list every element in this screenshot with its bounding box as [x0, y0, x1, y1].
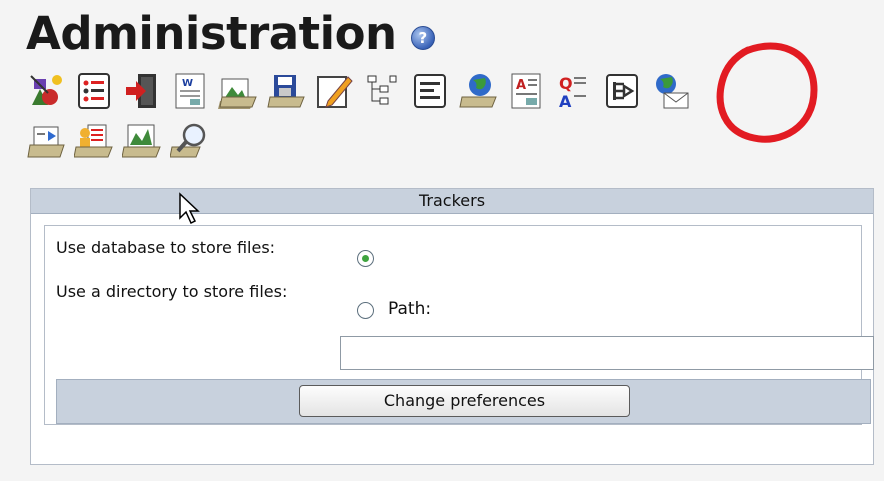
- mouse-cursor-icon: [179, 192, 200, 225]
- forums-icon[interactable]: [358, 67, 406, 115]
- blogs-icon[interactable]: [310, 67, 358, 115]
- file-gallery-icon[interactable]: [262, 67, 310, 115]
- trackers-panel: Trackers Use database to store files: Us…: [30, 188, 874, 465]
- articles-icon[interactable]: A: [502, 67, 550, 115]
- directory-icon[interactable]: [22, 117, 70, 165]
- panel-heading: Trackers: [31, 189, 873, 214]
- path-label: Path:: [388, 299, 432, 319]
- help-icon[interactable]: ?: [410, 25, 435, 50]
- admin-toolbar: W A QA: [22, 66, 872, 166]
- db-storage-label: Use database to store files:: [56, 238, 276, 257]
- svg-text:A: A: [559, 92, 572, 111]
- dir-storage-radio[interactable]: [357, 302, 374, 319]
- admin-toolbar-row-2: [22, 116, 872, 166]
- dir-storage-label: Use a directory to store files:: [56, 282, 288, 301]
- trackers-icon[interactable]: [598, 67, 646, 115]
- quiz-icon[interactable]: QA: [550, 67, 598, 115]
- image-gallery-icon[interactable]: [214, 67, 262, 115]
- submit-bar: Change preferences: [56, 379, 871, 424]
- svg-text:Q: Q: [559, 74, 573, 93]
- search-icon[interactable]: [166, 117, 214, 165]
- trackers-form: Use database to store files: Use a direc…: [44, 225, 874, 425]
- faqs-icon[interactable]: [406, 67, 454, 115]
- wiki-icon[interactable]: W: [166, 67, 214, 115]
- general-settings-icon[interactable]: [22, 67, 70, 115]
- user-files-icon[interactable]: [70, 117, 118, 165]
- page-title: Administration ?: [26, 6, 435, 61]
- db-storage-radio[interactable]: [357, 250, 374, 267]
- webmail-icon[interactable]: [646, 67, 694, 115]
- page-title-text: Administration: [26, 7, 397, 60]
- login-icon[interactable]: [118, 67, 166, 115]
- svg-text:A: A: [516, 78, 526, 93]
- admin-toolbar-row-1: W A QA: [22, 66, 872, 116]
- path-input[interactable]: [340, 336, 874, 370]
- features-icon[interactable]: [70, 67, 118, 115]
- map-icon[interactable]: [454, 67, 502, 115]
- svg-text:W: W: [182, 78, 193, 89]
- change-preferences-button[interactable]: Change preferences: [299, 385, 630, 417]
- maps-icon[interactable]: [118, 117, 166, 165]
